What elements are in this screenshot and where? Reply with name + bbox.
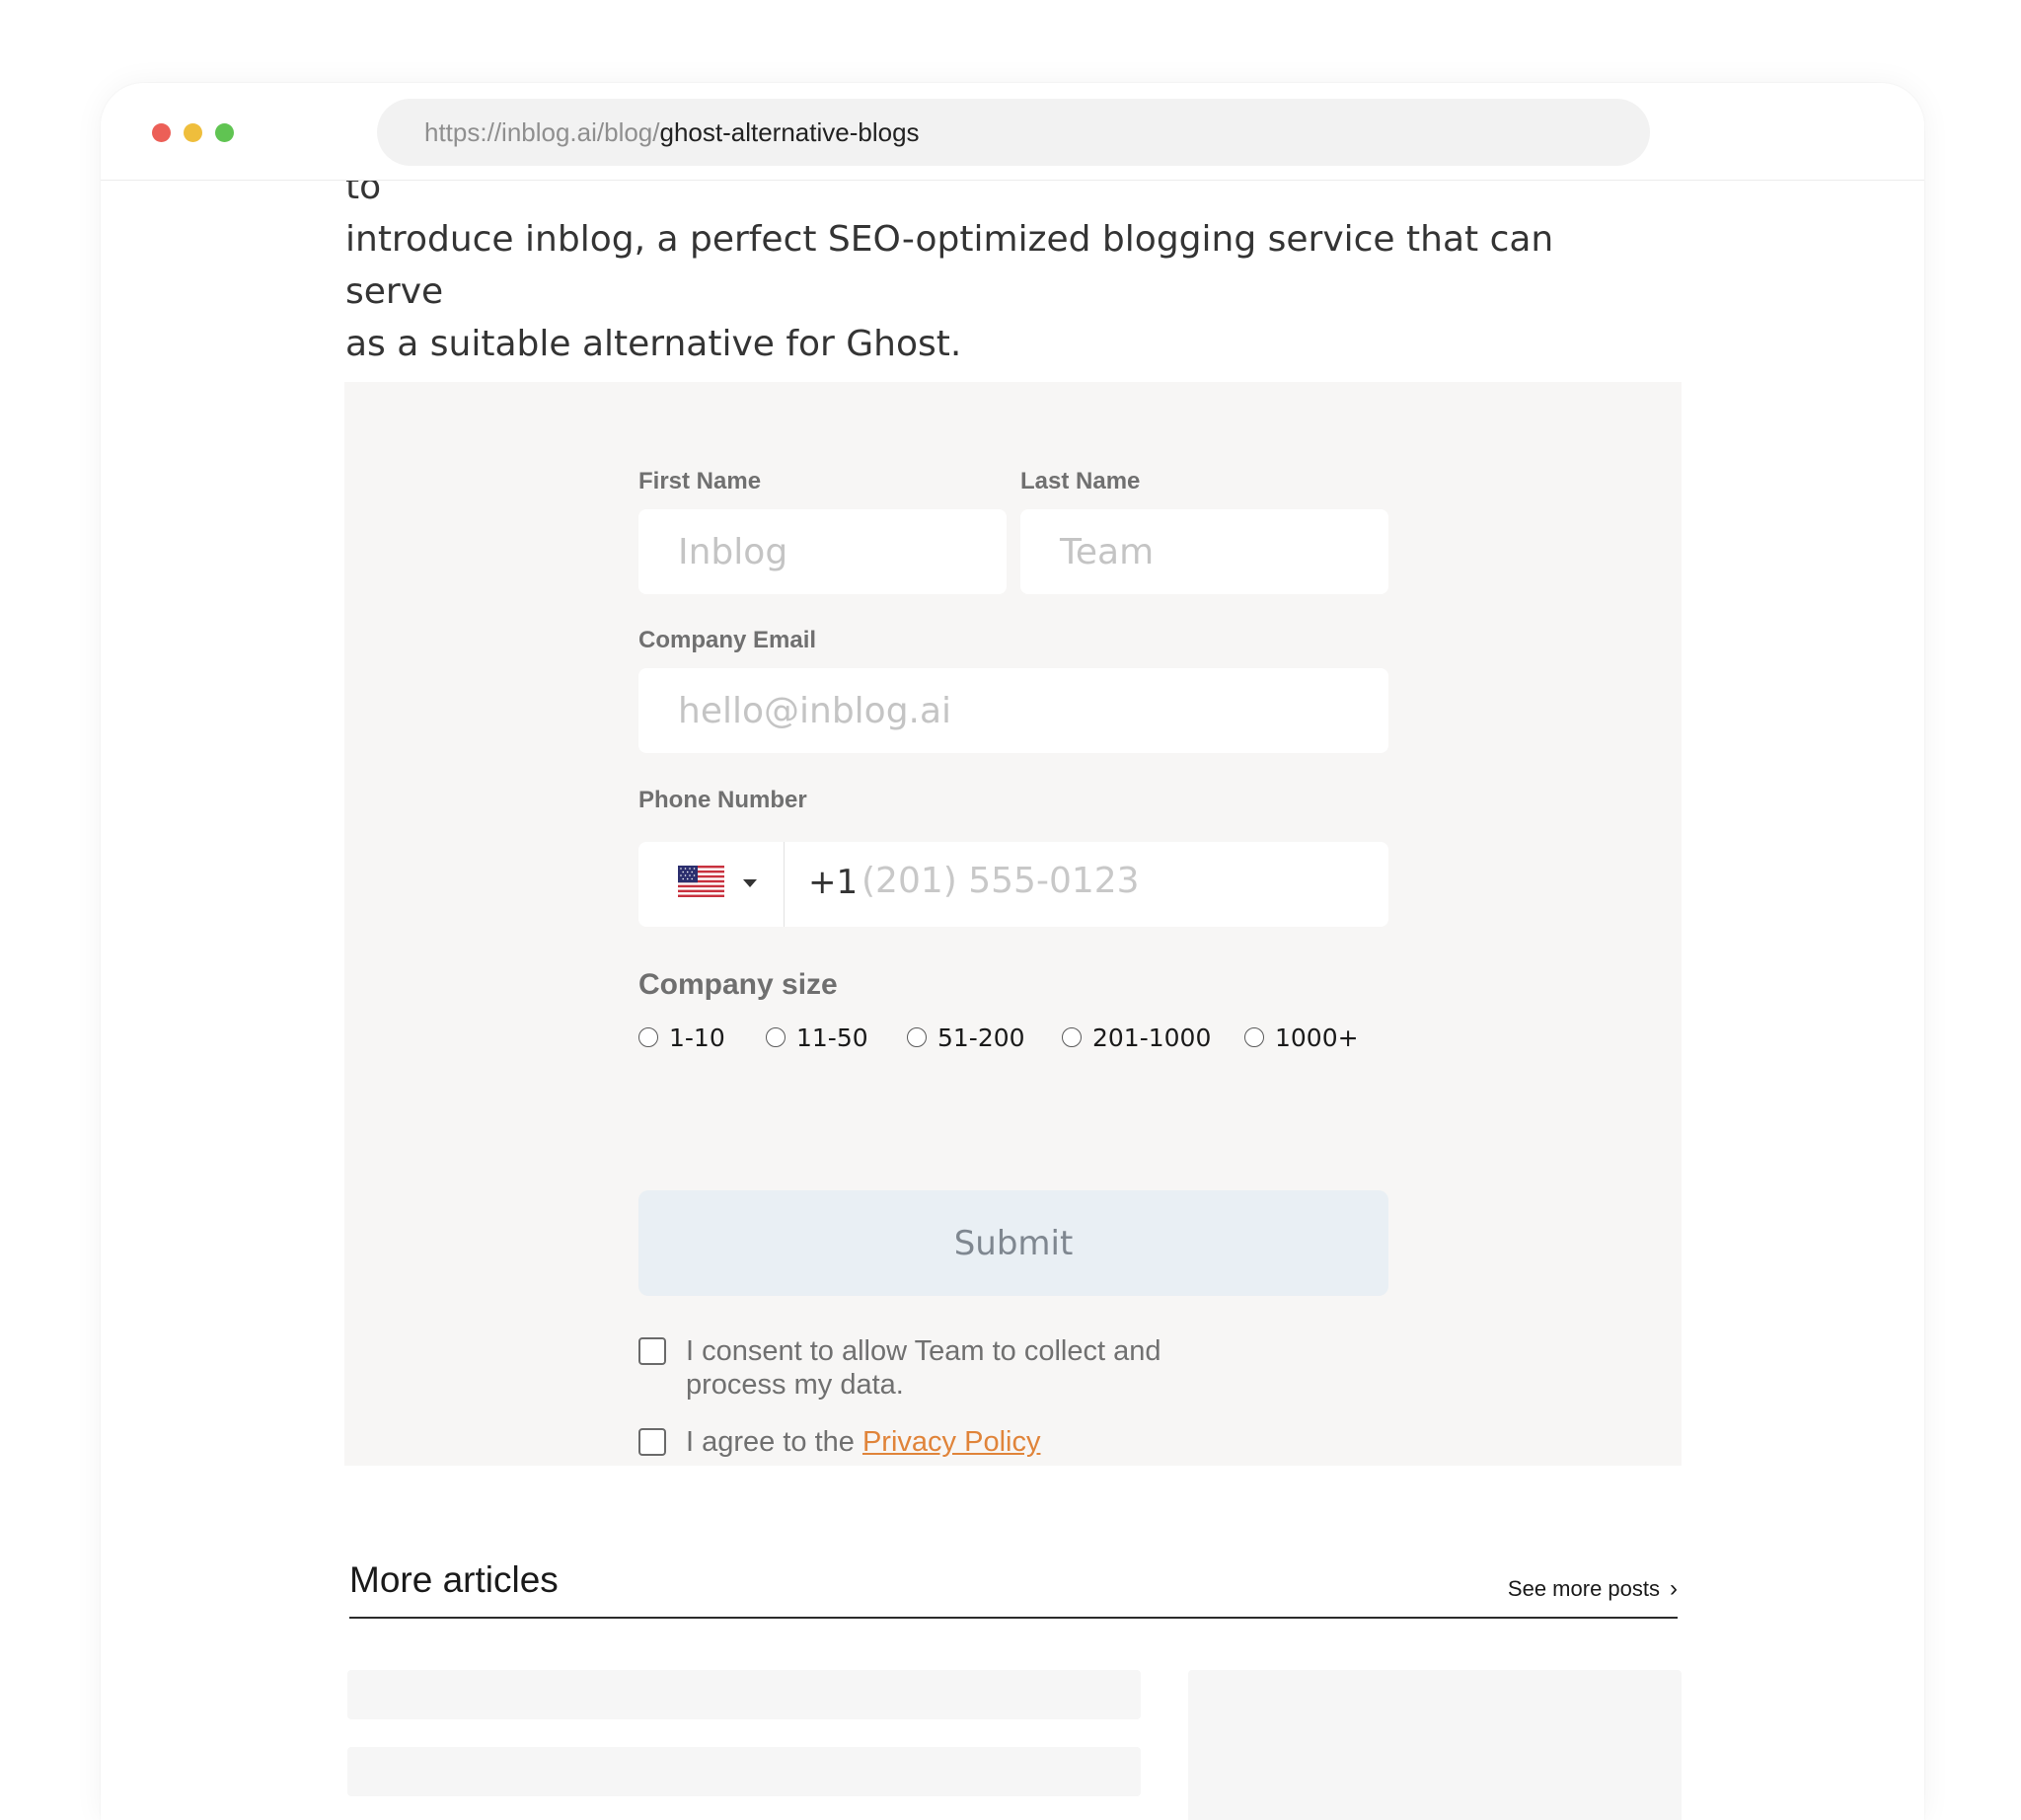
us-flag-icon bbox=[678, 866, 724, 897]
phone-field: +1 (201) 555-0123 bbox=[638, 842, 1388, 927]
consent-line: I consent to allow Team to collect and bbox=[686, 1335, 1161, 1367]
url-prefix: https://inblog.ai/blog/ bbox=[424, 116, 660, 147]
company-size-option-201-1000[interactable]: 201-1000 bbox=[1062, 1023, 1211, 1052]
chevron-down-icon bbox=[743, 879, 757, 887]
see-more-posts-link[interactable]: See more posts › bbox=[1508, 1575, 1678, 1603]
company-size-option-1-10[interactable]: 1-10 bbox=[638, 1023, 725, 1052]
company-size-option-11-50[interactable]: 11-50 bbox=[766, 1023, 868, 1052]
address-bar[interactable]: https://inblog.ai/blog/ghost-alternative… bbox=[377, 99, 1650, 166]
consent-text: I consent to allow Team to collect and p… bbox=[686, 1334, 1199, 1402]
maximize-window-icon[interactable] bbox=[215, 123, 234, 142]
radio-label: 11-50 bbox=[796, 1023, 868, 1052]
privacy-prefix: I agree to the bbox=[686, 1426, 862, 1458]
consent-line: process my data. bbox=[686, 1369, 904, 1401]
intro-line: introduce inblog, a perfect SEO-optimize… bbox=[345, 219, 1554, 312]
privacy-text: I agree to the Privacy Policy bbox=[686, 1425, 1199, 1459]
intro-line: as a suitable alternative for Ghost. bbox=[345, 324, 962, 364]
minimize-window-icon[interactable] bbox=[184, 123, 202, 142]
country-code-select[interactable] bbox=[638, 842, 785, 927]
signup-form: First Name Inblog Last Name Team Company… bbox=[344, 382, 1682, 1466]
url-path: ghost-alternative-blogs bbox=[659, 116, 920, 147]
first-name-label: First Name bbox=[638, 468, 762, 494]
privacy-row: I agree to the Privacy Policy bbox=[638, 1425, 1199, 1459]
radio-label: 51-200 bbox=[937, 1023, 1025, 1052]
privacy-checkbox[interactable] bbox=[638, 1428, 666, 1456]
radio-circle[interactable] bbox=[907, 1027, 927, 1047]
company-email-input[interactable]: hello@inblog.ai bbox=[638, 668, 1388, 753]
company-size-title: Company size bbox=[638, 968, 838, 1001]
last-name-label: Last Name bbox=[1020, 468, 1141, 494]
dial-code: +1 bbox=[808, 863, 859, 902]
browser-window: It does have certain limitations as an o… bbox=[101, 83, 1924, 1820]
privacy-policy-link[interactable]: Privacy Policy bbox=[862, 1426, 1041, 1458]
more-articles-header: More articles See more posts › bbox=[349, 1559, 1678, 1619]
chevron-right-icon: › bbox=[1670, 1575, 1678, 1602]
radio-label: 1-10 bbox=[669, 1023, 725, 1052]
radio-circle[interactable] bbox=[766, 1027, 786, 1047]
radio-label: 1000+ bbox=[1275, 1023, 1359, 1052]
radio-circle[interactable] bbox=[1244, 1027, 1264, 1047]
close-window-icon[interactable] bbox=[152, 123, 171, 142]
company-size-option-1000-plus[interactable]: 1000+ bbox=[1244, 1023, 1359, 1052]
company-size-option-51-200[interactable]: 51-200 bbox=[907, 1023, 1025, 1052]
article-card-placeholder bbox=[1188, 1670, 1682, 1820]
more-articles-title: More articles bbox=[349, 1559, 559, 1600]
browser-titlebar: https://inblog.ai/blog/ghost-alternative… bbox=[101, 83, 1924, 181]
consent-row: I consent to allow Team to collect and p… bbox=[638, 1334, 1199, 1402]
see-more-label: See more posts bbox=[1507, 1576, 1660, 1601]
phone-number-label: Phone Number bbox=[638, 787, 807, 813]
radio-label: 201-1000 bbox=[1092, 1023, 1212, 1052]
radio-circle[interactable] bbox=[1062, 1027, 1082, 1047]
article-card-placeholder bbox=[347, 1747, 1141, 1796]
submit-button[interactable]: Submit bbox=[638, 1190, 1388, 1296]
page-content: It does have certain limitations as an o… bbox=[101, 83, 1924, 1820]
company-email-label: Company Email bbox=[638, 627, 817, 653]
first-name-input[interactable]: Inblog bbox=[638, 509, 1007, 594]
radio-circle[interactable] bbox=[638, 1027, 658, 1047]
last-name-input[interactable]: Team bbox=[1020, 509, 1388, 594]
consent-checkbox[interactable] bbox=[638, 1337, 666, 1365]
article-card-placeholder bbox=[347, 1670, 1141, 1719]
phone-number-input[interactable]: (201) 555-0123 bbox=[861, 861, 1140, 901]
